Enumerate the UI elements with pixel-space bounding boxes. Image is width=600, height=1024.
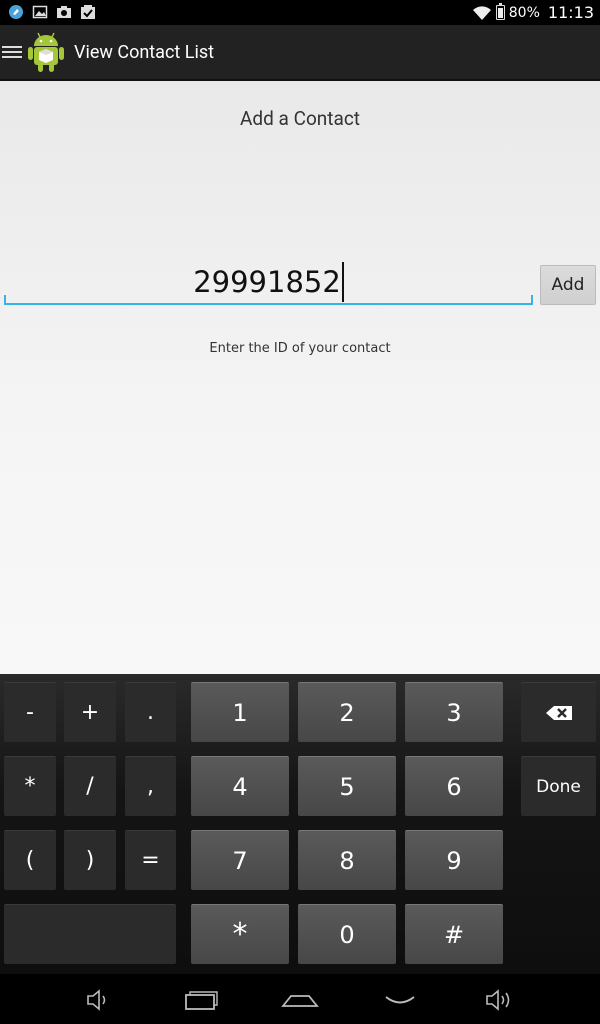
page-title: Add a Contact: [240, 107, 360, 130]
key-asterisk-symbol[interactable]: *: [4, 756, 56, 816]
key-comma[interactable]: ,: [125, 756, 176, 816]
key-2[interactable]: 2: [298, 682, 396, 742]
status-bar: 80% 11:13: [0, 0, 600, 25]
numeric-keyboard: - + . 1 2 3 * / , 4 5 6 Done ( ) = 7 8 9…: [0, 674, 600, 974]
hide-keyboard-icon[interactable]: [380, 986, 420, 1014]
done-key[interactable]: Done: [521, 756, 596, 816]
main-content: Add a Contact 29991852 Add Enter the ID …: [0, 81, 600, 674]
input-underline-left-edge: [4, 295, 6, 305]
space-key[interactable]: [4, 904, 176, 964]
action-bar: View Contact List: [0, 25, 600, 81]
key-minus[interactable]: -: [4, 682, 56, 742]
volume-down-icon[interactable]: [80, 986, 120, 1014]
contact-id-input[interactable]: 29991852: [4, 257, 533, 305]
contact-id-value: 29991852: [193, 265, 341, 299]
key-1[interactable]: 1: [191, 682, 289, 742]
notification-icons: [8, 4, 96, 20]
status-indicators: 80% 11:13: [472, 3, 594, 22]
key-hash[interactable]: #: [405, 904, 503, 964]
app-notification-icon: [9, 5, 23, 19]
key-open-paren[interactable]: (: [4, 830, 56, 890]
recent-apps-icon[interactable]: [181, 986, 221, 1014]
key-7[interactable]: 7: [191, 830, 289, 890]
key-close-paren[interactable]: ): [64, 830, 116, 890]
clock: 11:13: [547, 3, 594, 22]
backspace-key[interactable]: [521, 682, 596, 742]
system-navigation-bar: [0, 974, 600, 1024]
home-icon[interactable]: [280, 986, 320, 1014]
task-check-icon: [81, 5, 95, 19]
key-6[interactable]: 6: [405, 756, 503, 816]
battery-percent: 80%: [508, 4, 540, 21]
text-cursor: [341, 262, 344, 302]
key-star[interactable]: *: [191, 904, 289, 964]
hint-text: Enter the ID of your contact: [209, 341, 391, 356]
key-3[interactable]: 3: [405, 682, 503, 742]
key-slash[interactable]: /: [64, 756, 116, 816]
backspace-icon: [545, 705, 572, 720]
key-0[interactable]: 0: [298, 904, 396, 964]
wifi-icon: [472, 5, 491, 20]
key-period[interactable]: .: [125, 682, 176, 742]
camera-upload-icon: [57, 6, 71, 18]
key-4[interactable]: 4: [191, 756, 289, 816]
android-app-icon[interactable]: [26, 30, 66, 74]
battery-icon: [495, 3, 505, 20]
navigation-drawer-icon[interactable]: [2, 46, 22, 58]
volume-up-icon[interactable]: [482, 986, 522, 1014]
key-9[interactable]: 9: [405, 830, 503, 890]
image-icon: [32, 5, 48, 19]
key-equals[interactable]: =: [125, 830, 176, 890]
key-8[interactable]: 8: [298, 830, 396, 890]
action-bar-title: View Contact List: [74, 41, 215, 63]
add-button[interactable]: Add: [540, 265, 596, 305]
key-plus[interactable]: +: [64, 682, 116, 742]
key-5[interactable]: 5: [298, 756, 396, 816]
input-underline-right-edge: [531, 295, 533, 305]
